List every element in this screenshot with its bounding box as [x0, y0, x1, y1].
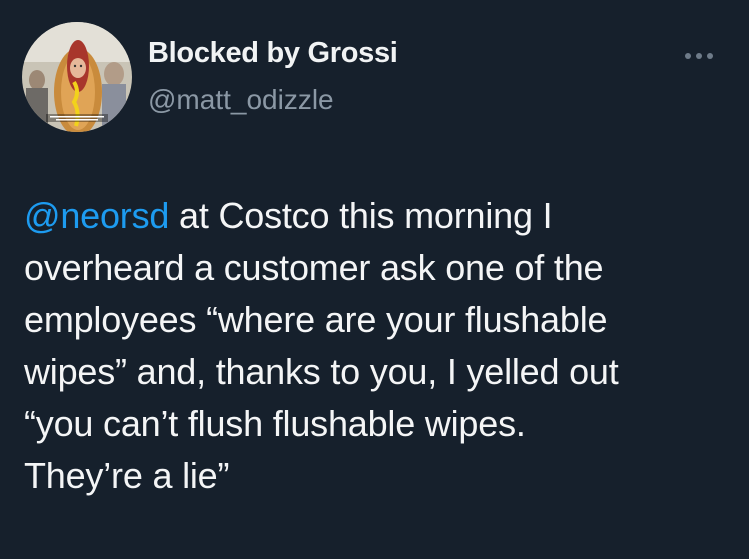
- more-options-button[interactable]: [678, 44, 720, 68]
- tweet-text-line: They’re a lie”: [24, 455, 230, 496]
- tweet-text-segment: at Costco this morning I: [169, 195, 553, 236]
- user-handle[interactable]: @matt_odizzle: [148, 84, 334, 116]
- tweet-text-line: overheard a customer ask one of the: [24, 247, 604, 288]
- tweet-text-line: @neorsd at Costco this morning I: [24, 190, 724, 242]
- tweet-text-line: wipes” and, thanks to you, I yelled out: [24, 351, 619, 392]
- display-name[interactable]: Blocked by Grossi: [148, 37, 398, 70]
- mention-link[interactable]: @neorsd: [24, 195, 169, 236]
- avatar[interactable]: [22, 22, 132, 132]
- tweet-card: Blocked by Grossi @matt_odizzle @neorsd …: [0, 0, 749, 559]
- more-horizontal-icon: [685, 53, 713, 59]
- tweet-text-line: employees “where are your flushable: [24, 299, 608, 340]
- tweet-text-line: “you can’t flush flushable wipes.: [24, 403, 526, 444]
- tweet-text: @neorsd at Costco this morning I overhea…: [24, 190, 724, 502]
- avatar-image: [22, 22, 132, 132]
